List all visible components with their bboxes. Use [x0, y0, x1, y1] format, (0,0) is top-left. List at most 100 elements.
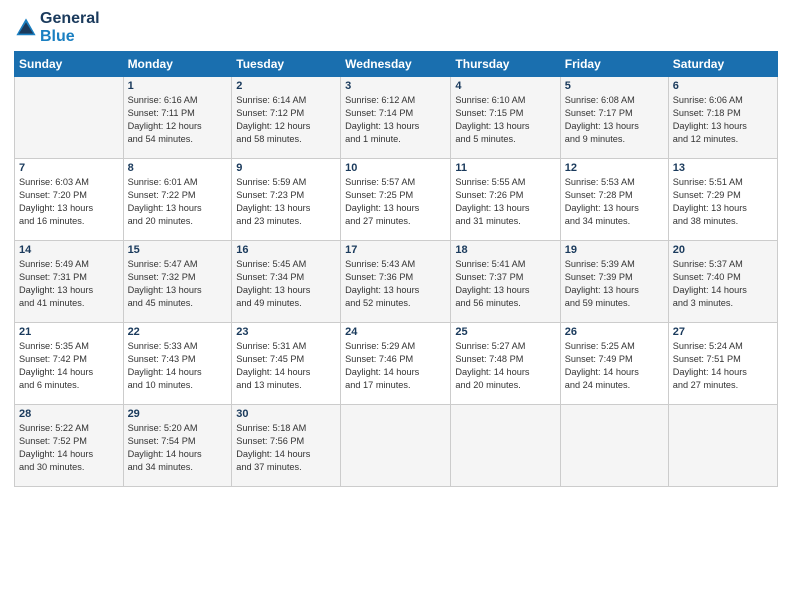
- day-info: Sunrise: 6:12 AM Sunset: 7:14 PM Dayligh…: [345, 94, 446, 146]
- day-number: 8: [128, 162, 228, 174]
- header: General Blue: [14, 10, 778, 45]
- calendar-cell: 3Sunrise: 6:12 AM Sunset: 7:14 PM Daylig…: [341, 77, 451, 159]
- col-header-sunday: Sunday: [15, 52, 124, 77]
- calendar-cell: 19 Sunrise: 5:39 AM Sunset: 7:39 PM Dayli…: [560, 241, 668, 323]
- logo-text-line1: General: [40, 10, 100, 28]
- calendar-cell: 9 Sunrise: 5:59 AM Sunset: 7:23 PM Daylig…: [232, 159, 341, 241]
- day-number: 12: [565, 162, 664, 174]
- calendar-cell: 4 Sunrise: 6:10 AM Sunset: 7:15 PM Daylig…: [451, 77, 560, 159]
- calendar-cell: 14 Sunrise: 5:49 AM Sunset: 7:31 PM Dayli…: [15, 241, 124, 323]
- day-number: 21: [19, 326, 119, 338]
- day-number: 19: [565, 244, 664, 256]
- day-info: Sunrise: 5:39 AM Sunset: 7:39 PM Dayligh…: [565, 258, 664, 310]
- day-number: 13: [673, 162, 773, 174]
- day-number: 26: [565, 326, 664, 338]
- week-row-1: 7 Sunrise: 6:03 AM Sunset: 7:20 PM Daylig…: [15, 159, 778, 241]
- day-number: 11: [455, 162, 555, 174]
- calendar-cell: 25Sunrise: 5:27 AM Sunset: 7:48 PM Dayli…: [451, 323, 560, 405]
- col-header-wednesday: Wednesday: [341, 52, 451, 77]
- day-number: 10: [345, 162, 446, 174]
- day-info: Sunrise: 5:22 AM Sunset: 7:52 PM Dayligh…: [19, 422, 119, 474]
- day-number: 9: [236, 162, 336, 174]
- day-info: Sunrise: 5:57 AM Sunset: 7:25 PM Dayligh…: [345, 176, 446, 228]
- calendar-cell: 7 Sunrise: 6:03 AM Sunset: 7:20 PM Daylig…: [15, 159, 124, 241]
- day-info: Sunrise: 6:08 AM Sunset: 7:17 PM Dayligh…: [565, 94, 664, 146]
- day-number: 20: [673, 244, 773, 256]
- calendar-cell: [668, 405, 777, 487]
- day-info: Sunrise: 5:31 AM Sunset: 7:45 PM Dayligh…: [236, 340, 336, 392]
- calendar-cell: 27 Sunrise: 5:24 AM Sunset: 7:51 PM Dayli…: [668, 323, 777, 405]
- calendar-cell: 20 Sunrise: 5:37 AM Sunset: 7:40 PM Dayli…: [668, 241, 777, 323]
- calendar-cell: 28Sunrise: 5:22 AM Sunset: 7:52 PM Dayli…: [15, 405, 124, 487]
- day-number: 23: [236, 326, 336, 338]
- day-info: Sunrise: 6:10 AM Sunset: 7:15 PM Dayligh…: [455, 94, 555, 146]
- day-info: Sunrise: 5:41 AM Sunset: 7:37 PM Dayligh…: [455, 258, 555, 310]
- calendar-cell: 10 Sunrise: 5:57 AM Sunset: 7:25 PM Dayli…: [341, 159, 451, 241]
- day-info: Sunrise: 5:43 AM Sunset: 7:36 PM Dayligh…: [345, 258, 446, 310]
- day-number: 24: [345, 326, 446, 338]
- day-info: Sunrise: 5:25 AM Sunset: 7:49 PM Dayligh…: [565, 340, 664, 392]
- calendar-cell: 11 Sunrise: 5:55 AM Sunset: 7:26 PM Dayli…: [451, 159, 560, 241]
- col-header-thursday: Thursday: [451, 52, 560, 77]
- day-info: Sunrise: 5:53 AM Sunset: 7:28 PM Dayligh…: [565, 176, 664, 228]
- day-info: Sunrise: 5:59 AM Sunset: 7:23 PM Dayligh…: [236, 176, 336, 228]
- calendar-cell: 17 Sunrise: 5:43 AM Sunset: 7:36 PM Dayli…: [341, 241, 451, 323]
- day-number: 1: [128, 80, 228, 92]
- day-number: 27: [673, 326, 773, 338]
- day-number: 7: [19, 162, 119, 174]
- col-header-monday: Monday: [123, 52, 232, 77]
- calendar-cell: [560, 405, 668, 487]
- calendar-cell: 24 Sunrise: 5:29 AM Sunset: 7:46 PM Dayli…: [341, 323, 451, 405]
- day-number: 16: [236, 244, 336, 256]
- day-info: Sunrise: 6:03 AM Sunset: 7:20 PM Dayligh…: [19, 176, 119, 228]
- header-row: SundayMondayTuesdayWednesdayThursdayFrid…: [15, 52, 778, 77]
- calendar-cell: 18 Sunrise: 5:41 AM Sunset: 7:37 PM Dayli…: [451, 241, 560, 323]
- calendar-cell: [15, 77, 124, 159]
- col-header-friday: Friday: [560, 52, 668, 77]
- day-info: Sunrise: 6:14 AM Sunset: 7:12 PM Dayligh…: [236, 94, 336, 146]
- day-info: Sunrise: 5:18 AM Sunset: 7:56 PM Dayligh…: [236, 422, 336, 474]
- calendar-cell: 6Sunrise: 6:06 AM Sunset: 7:18 PM Daylig…: [668, 77, 777, 159]
- calendar-cell: 5Sunrise: 6:08 AM Sunset: 7:17 PM Daylig…: [560, 77, 668, 159]
- day-number: 22: [128, 326, 228, 338]
- day-info: Sunrise: 5:47 AM Sunset: 7:32 PM Dayligh…: [128, 258, 228, 310]
- day-number: 15: [128, 244, 228, 256]
- day-info: Sunrise: 5:37 AM Sunset: 7:40 PM Dayligh…: [673, 258, 773, 310]
- day-info: Sunrise: 5:51 AM Sunset: 7:29 PM Dayligh…: [673, 176, 773, 228]
- day-info: Sunrise: 6:01 AM Sunset: 7:22 PM Dayligh…: [128, 176, 228, 228]
- day-number: 4: [455, 80, 555, 92]
- day-info: Sunrise: 5:45 AM Sunset: 7:34 PM Dayligh…: [236, 258, 336, 310]
- calendar-cell: 22 Sunrise: 5:33 AM Sunset: 7:43 PM Dayli…: [123, 323, 232, 405]
- calendar-cell: 8 Sunrise: 6:01 AM Sunset: 7:22 PM Daylig…: [123, 159, 232, 241]
- day-number: 18: [455, 244, 555, 256]
- calendar-cell: 16 Sunrise: 5:45 AM Sunset: 7:34 PM Dayli…: [232, 241, 341, 323]
- day-number: 17: [345, 244, 446, 256]
- day-info: Sunrise: 6:16 AM Sunset: 7:11 PM Dayligh…: [128, 94, 228, 146]
- calendar-cell: 29 Sunrise: 5:20 AM Sunset: 7:54 PM Dayli…: [123, 405, 232, 487]
- day-info: Sunrise: 5:24 AM Sunset: 7:51 PM Dayligh…: [673, 340, 773, 392]
- day-info: Sunrise: 5:20 AM Sunset: 7:54 PM Dayligh…: [128, 422, 228, 474]
- calendar-cell: 1 Sunrise: 6:16 AM Sunset: 7:11 PM Daylig…: [123, 77, 232, 159]
- calendar-cell: 23 Sunrise: 5:31 AM Sunset: 7:45 PM Dayli…: [232, 323, 341, 405]
- logo: General Blue: [14, 10, 100, 45]
- calendar-cell: 15 Sunrise: 5:47 AM Sunset: 7:32 PM Dayli…: [123, 241, 232, 323]
- day-info: Sunrise: 5:35 AM Sunset: 7:42 PM Dayligh…: [19, 340, 119, 392]
- day-number: 30: [236, 408, 336, 420]
- day-number: 29: [128, 408, 228, 420]
- calendar-cell: 12 Sunrise: 5:53 AM Sunset: 7:28 PM Dayli…: [560, 159, 668, 241]
- day-info: Sunrise: 5:29 AM Sunset: 7:46 PM Dayligh…: [345, 340, 446, 392]
- calendar-cell: 21 Sunrise: 5:35 AM Sunset: 7:42 PM Dayli…: [15, 323, 124, 405]
- day-number: 6: [673, 80, 773, 92]
- day-info: Sunrise: 5:33 AM Sunset: 7:43 PM Dayligh…: [128, 340, 228, 392]
- col-header-tuesday: Tuesday: [232, 52, 341, 77]
- day-info: Sunrise: 5:49 AM Sunset: 7:31 PM Dayligh…: [19, 258, 119, 310]
- logo-icon: [14, 16, 38, 40]
- day-number: 14: [19, 244, 119, 256]
- calendar-cell: 30 Sunrise: 5:18 AM Sunset: 7:56 PM Dayli…: [232, 405, 341, 487]
- week-row-2: 14 Sunrise: 5:49 AM Sunset: 7:31 PM Dayli…: [15, 241, 778, 323]
- col-header-saturday: Saturday: [668, 52, 777, 77]
- day-number: 25: [455, 326, 555, 338]
- page: General Blue SundayMondayTuesdayWednesda…: [0, 0, 792, 497]
- week-row-0: 1 Sunrise: 6:16 AM Sunset: 7:11 PM Daylig…: [15, 77, 778, 159]
- day-info: Sunrise: 5:55 AM Sunset: 7:26 PM Dayligh…: [455, 176, 555, 228]
